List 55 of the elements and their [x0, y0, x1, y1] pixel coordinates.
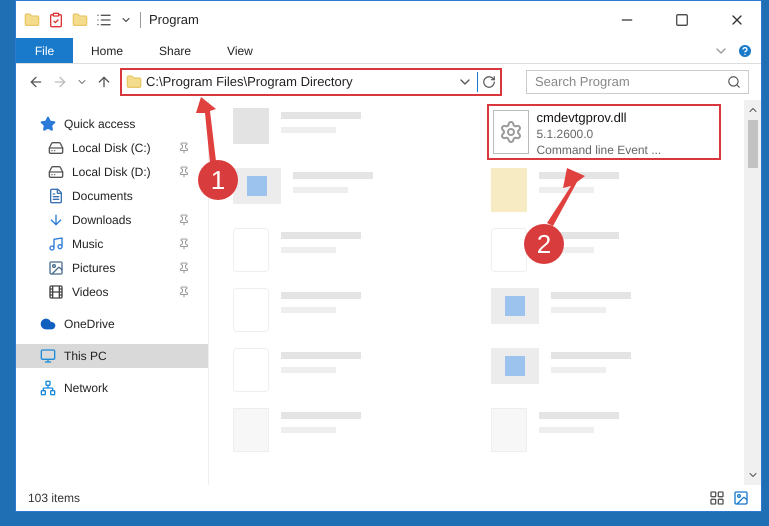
document-icon [48, 188, 64, 204]
monitor-icon [40, 348, 56, 364]
help-icon[interactable] [737, 42, 753, 58]
scrollbar[interactable] [744, 100, 761, 485]
scroll-thumb[interactable] [748, 120, 758, 168]
cloud-icon [40, 316, 56, 332]
search-icon[interactable] [727, 74, 741, 89]
picture-icon [48, 260, 64, 276]
annotation-arrow [196, 97, 218, 163]
folder-icon [24, 12, 40, 28]
pin-icon[interactable] [178, 286, 190, 298]
details-view-icon[interactable] [709, 490, 725, 506]
music-icon [48, 236, 64, 252]
address-bar[interactable]: C:\Program Files\Program Directory [120, 68, 502, 96]
file-item[interactable]: cmdevtgprov.dll 5.1.2600.0 Command line Event ... [486, 104, 720, 160]
back-icon[interactable] [28, 74, 44, 90]
sidebar-item[interactable]: Quick access [16, 112, 208, 136]
star-icon [40, 116, 56, 132]
sidebar-item[interactable]: Local Disk (C:) [16, 136, 194, 160]
film-icon [48, 284, 64, 300]
network-icon [40, 380, 56, 396]
file-name: cmdevtgprov.dll [536, 110, 628, 126]
pin-icon[interactable] [178, 214, 190, 226]
gear-file-icon [492, 110, 528, 154]
properties-icon[interactable] [48, 12, 64, 28]
view-options-icon[interactable] [96, 12, 112, 28]
download-icon [48, 212, 64, 228]
item-count: 103 items [28, 490, 82, 507]
sidebar-item[interactable]: Pictures [16, 256, 194, 280]
maximize-icon[interactable] [675, 12, 689, 26]
drive-icon [48, 164, 64, 180]
up-icon[interactable] [96, 74, 112, 90]
sidebar-item[interactable]: Music [16, 232, 194, 256]
window-title: Program [149, 10, 200, 29]
pin-icon[interactable] [178, 142, 190, 154]
sidebar-item[interactable]: Videos [16, 280, 194, 304]
pin-icon[interactable] [178, 262, 190, 274]
large-icons-view-icon[interactable] [733, 490, 749, 506]
sidebar-item[interactable]: OneDrive [16, 312, 208, 336]
pin-icon[interactable] [178, 166, 190, 178]
sidebar-item[interactable]: Documents [16, 184, 194, 208]
sidebar-item[interactable]: This PC [16, 344, 208, 368]
sidebar-item[interactable]: Local Disk (D:) [16, 160, 194, 184]
file-detail: Command line Event ... [536, 142, 662, 158]
ribbon-tab[interactable]: File [16, 38, 73, 63]
ribbon-tab[interactable]: View [209, 38, 271, 63]
annotation-arrow [545, 168, 585, 226]
search-field[interactable]: Search Program [526, 70, 749, 94]
ribbon-tab[interactable]: Home [73, 38, 142, 63]
pin-icon[interactable] [178, 238, 190, 250]
ribbon-tab[interactable]: Share [141, 38, 210, 63]
sidebar-item[interactable]: Downloads [16, 208, 194, 232]
sidebar-item[interactable]: Network [16, 376, 208, 400]
drive-icon [48, 140, 64, 156]
file-detail: 5.1.2600.0 [536, 126, 594, 142]
